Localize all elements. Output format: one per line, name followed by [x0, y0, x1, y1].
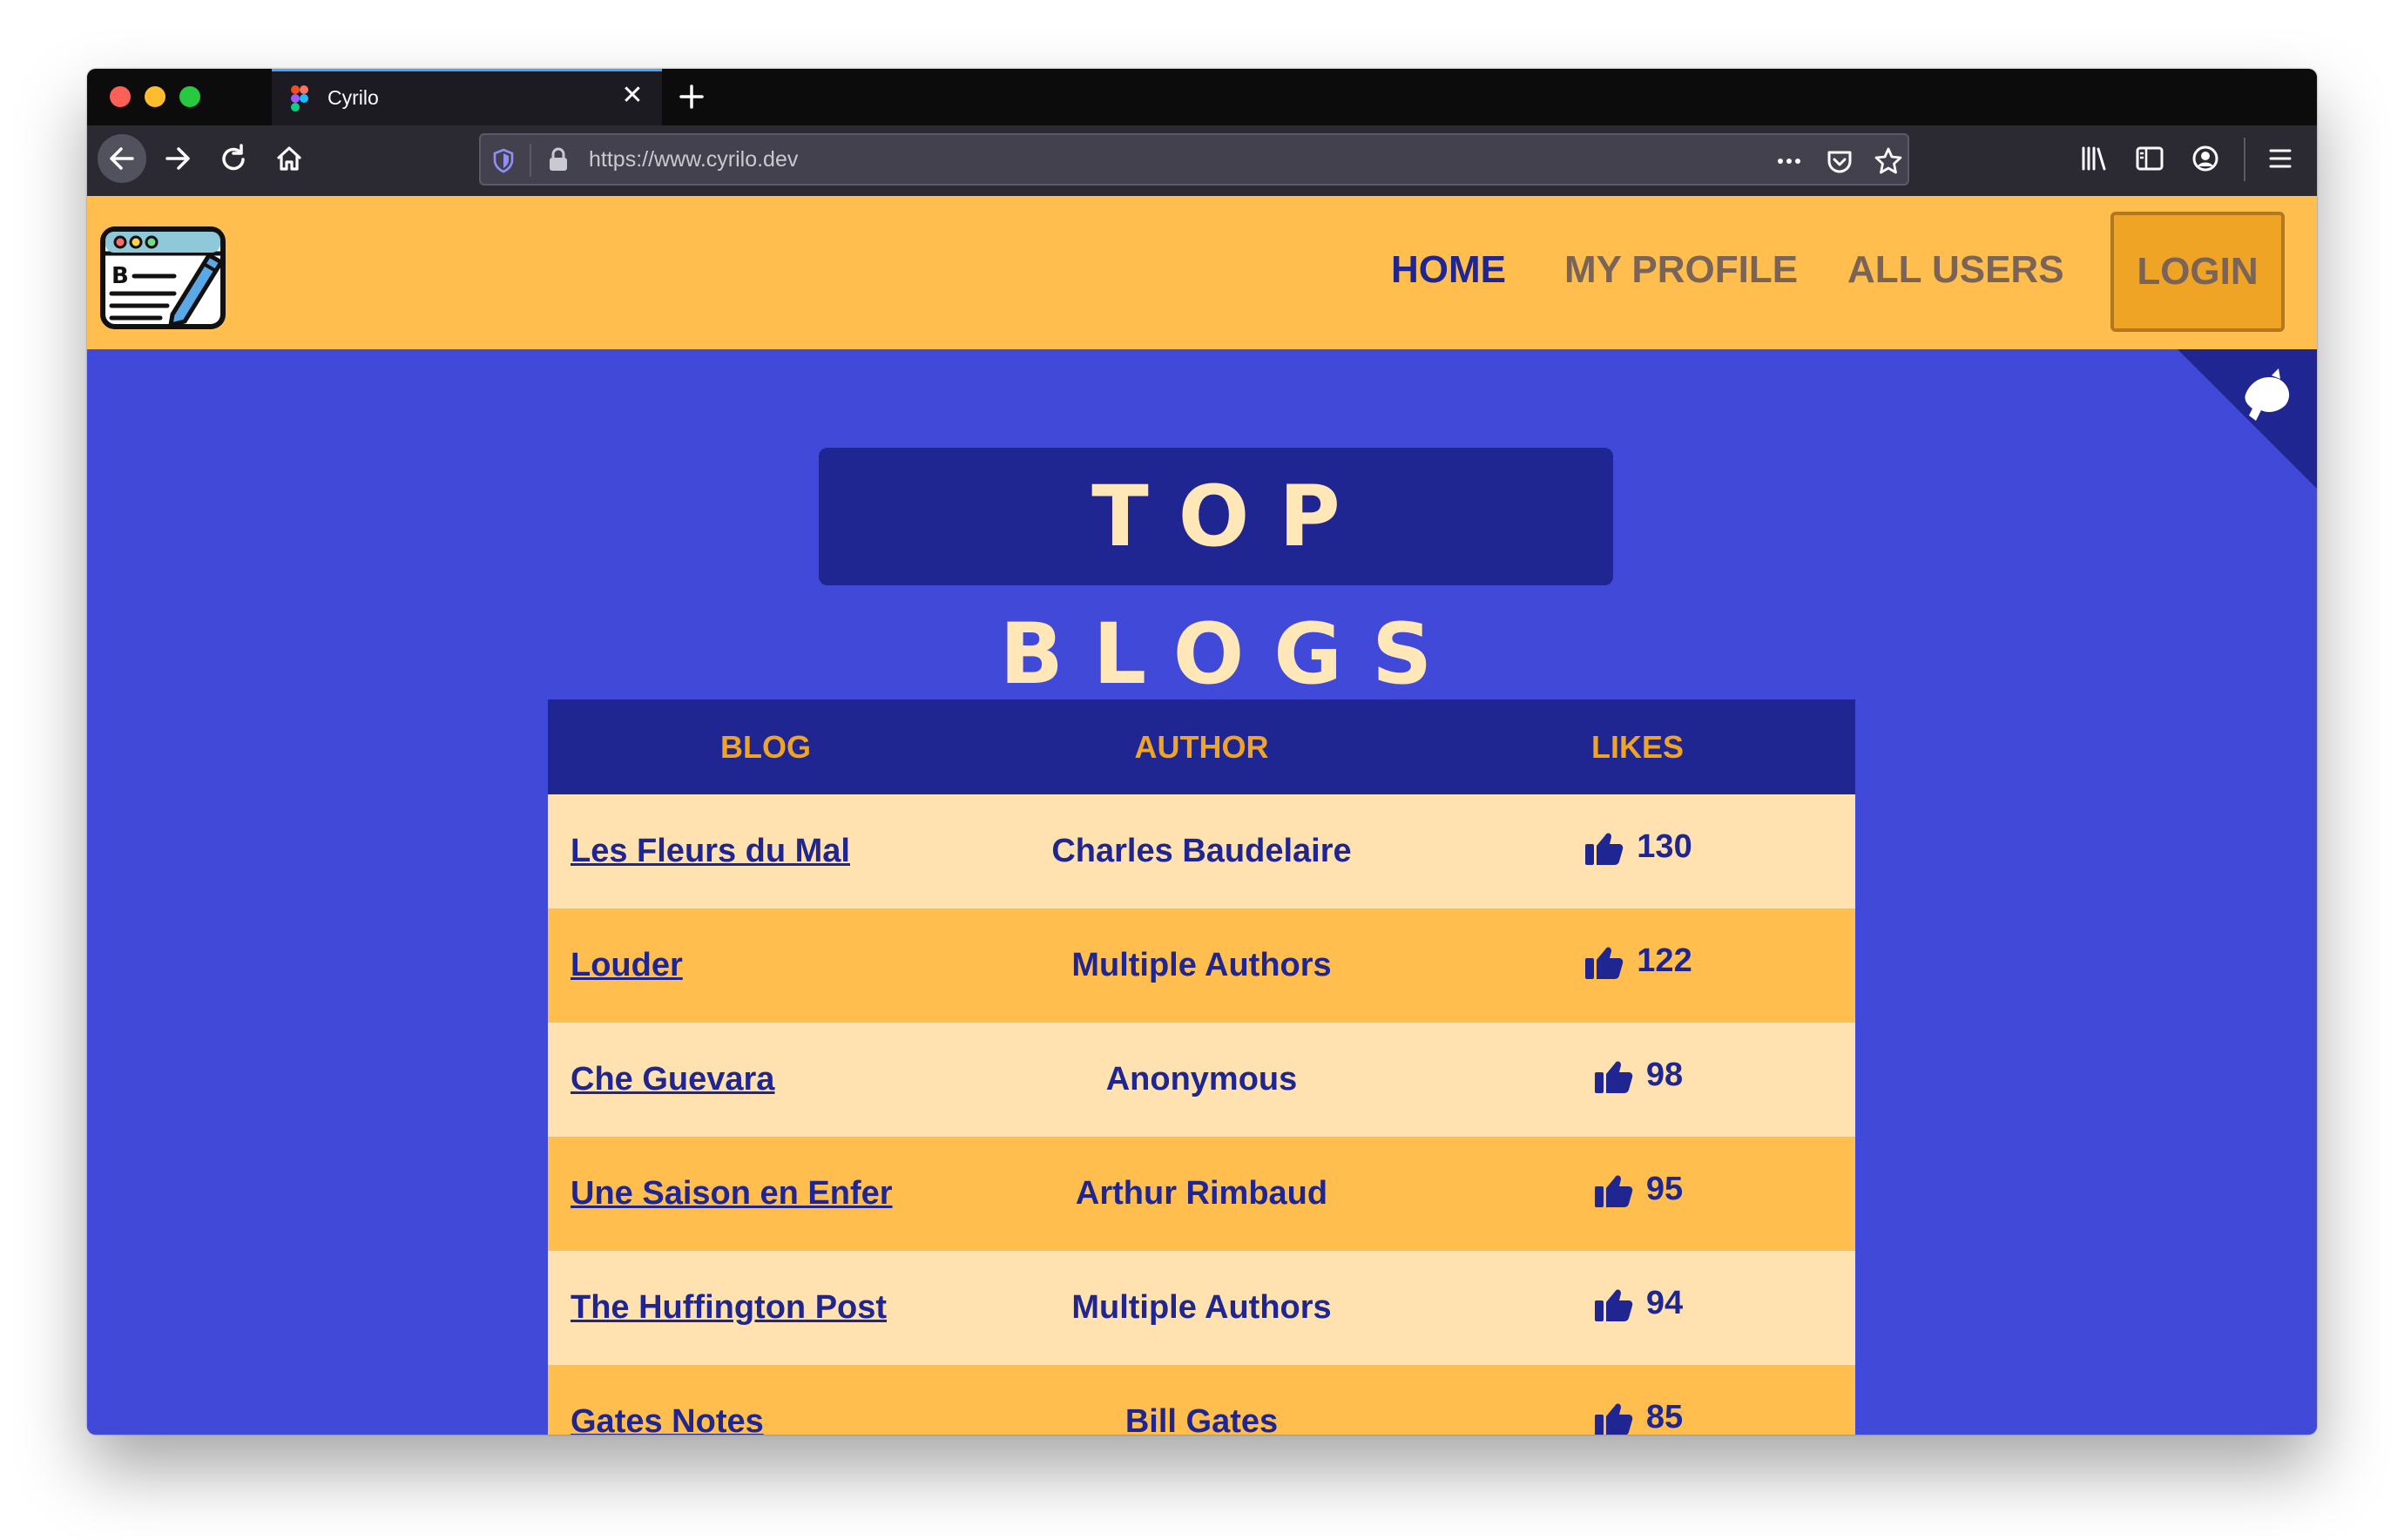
tracking-shield-icon[interactable]	[491, 147, 516, 173]
sidebar-icon[interactable]	[2127, 136, 2172, 181]
author-cell: Multiple Authors	[983, 1251, 1420, 1365]
page-title-box: TOP BLOGS	[819, 448, 1613, 703]
top-blogs-table: BLOG AUTHOR LIKES Les Fleurs du Mal Char…	[548, 699, 1855, 1435]
blog-link[interactable]: The Huffington Post	[571, 1289, 887, 1326]
likes-count: 95	[1645, 1171, 1684, 1207]
tab-title: Cyrilo	[328, 86, 379, 109]
account-icon[interactable]	[2183, 136, 2228, 181]
thumbs-up-icon[interactable]	[1583, 941, 1624, 983]
thumbs-up-icon[interactable]	[1583, 827, 1624, 868]
blog-link[interactable]: Louder	[571, 947, 683, 983]
blog-link[interactable]: Che Guevara	[571, 1061, 774, 1098]
tab-strip: Cyrilo ✕	[87, 69, 2317, 125]
browser-window: Cyrilo ✕ https://www.cyrilo.dev B HOME M…	[87, 69, 2317, 1435]
likes-count: 85	[1645, 1399, 1684, 1435]
thumbs-up-icon[interactable]	[1592, 1397, 1634, 1435]
likes-count: 130	[1637, 828, 1692, 865]
bookmark-star-icon[interactable]	[1869, 142, 1908, 180]
close-window-button[interactable]	[110, 86, 131, 107]
new-tab-icon[interactable]	[671, 76, 712, 118]
blog-link[interactable]: Gates Notes	[571, 1403, 764, 1435]
browser-toolbar: https://www.cyrilo.dev	[87, 125, 2317, 197]
author-cell: Arthur Rimbaud	[983, 1137, 1420, 1251]
nav-home[interactable]: HOME	[1391, 248, 1506, 292]
thumbs-up-icon[interactable]	[1592, 1055, 1634, 1097]
url-bar[interactable]: https://www.cyrilo.dev	[479, 133, 1909, 186]
thumbs-up-icon[interactable]	[1592, 1283, 1634, 1325]
back-arrow-icon[interactable]	[98, 134, 146, 183]
corner-ribbon[interactable]	[2178, 349, 2317, 489]
column-header-likes: LIKES	[1420, 699, 1855, 794]
table-row: Les Fleurs du Mal Charles Baudelaire 130	[548, 794, 1855, 908]
pocket-icon[interactable]	[1820, 142, 1859, 180]
forward-arrow-icon[interactable]	[153, 134, 202, 183]
nav-all-users[interactable]: ALL USERS	[1847, 248, 2064, 292]
likes-count: 94	[1645, 1285, 1684, 1321]
lock-icon[interactable]	[547, 145, 570, 173]
minimize-window-button[interactable]	[145, 86, 165, 107]
author-cell: Charles Baudelaire	[983, 794, 1420, 908]
toolbar-divider	[2244, 138, 2245, 181]
nav-my-profile[interactable]: MY PROFILE	[1564, 248, 1798, 292]
login-button[interactable]: LOGIN	[2110, 212, 2285, 332]
column-header-blog: BLOG	[548, 699, 983, 794]
maximize-window-button[interactable]	[179, 86, 200, 107]
library-icon[interactable]	[2071, 136, 2117, 181]
likes-count: 98	[1645, 1057, 1684, 1093]
column-header-author: AUTHOR	[983, 699, 1420, 794]
author-cell: Multiple Authors	[983, 908, 1420, 1023]
table-row: The Huffington Post Multiple Authors 94	[548, 1251, 1855, 1365]
svg-text:B: B	[111, 263, 129, 289]
blog-link[interactable]: Une Saison en Enfer	[571, 1175, 893, 1212]
reload-icon[interactable]	[209, 134, 258, 183]
page-title: TOP BLOGS	[999, 468, 1462, 703]
site-header: B HOME MY PROFILE ALL USERS LOGIN	[87, 196, 2317, 349]
table-row: Gates Notes Bill Gates 85	[548, 1365, 1855, 1435]
table-row: Che Guevara Anonymous 98	[548, 1023, 1855, 1137]
url-text[interactable]: https://www.cyrilo.dev	[589, 147, 798, 172]
hamburger-menu-icon[interactable]	[2258, 136, 2303, 181]
web-page: B HOME MY PROFILE ALL USERS LOGIN TOP BL…	[87, 196, 2317, 1435]
likes-count: 122	[1637, 942, 1692, 979]
tab-cyrilo[interactable]: Cyrilo ✕	[272, 69, 662, 125]
table-row: Une Saison en Enfer Arthur Rimbaud 95	[548, 1137, 1855, 1251]
more-actions-icon[interactable]	[1770, 142, 1808, 180]
blog-logo-icon[interactable]: B	[99, 224, 230, 332]
url-divider	[530, 144, 531, 177]
author-cell: Anonymous	[983, 1023, 1420, 1137]
tab-close-icon[interactable]: ✕	[615, 78, 650, 113]
thumbs-up-icon[interactable]	[1592, 1169, 1634, 1211]
table-row: Louder Multiple Authors 122	[548, 908, 1855, 1023]
figma-icon	[291, 85, 308, 111]
blog-link[interactable]: Les Fleurs du Mal	[571, 833, 850, 869]
home-icon[interactable]	[265, 134, 314, 183]
author-cell: Bill Gates	[983, 1365, 1420, 1435]
table-header-row: BLOG AUTHOR LIKES	[548, 699, 1855, 794]
